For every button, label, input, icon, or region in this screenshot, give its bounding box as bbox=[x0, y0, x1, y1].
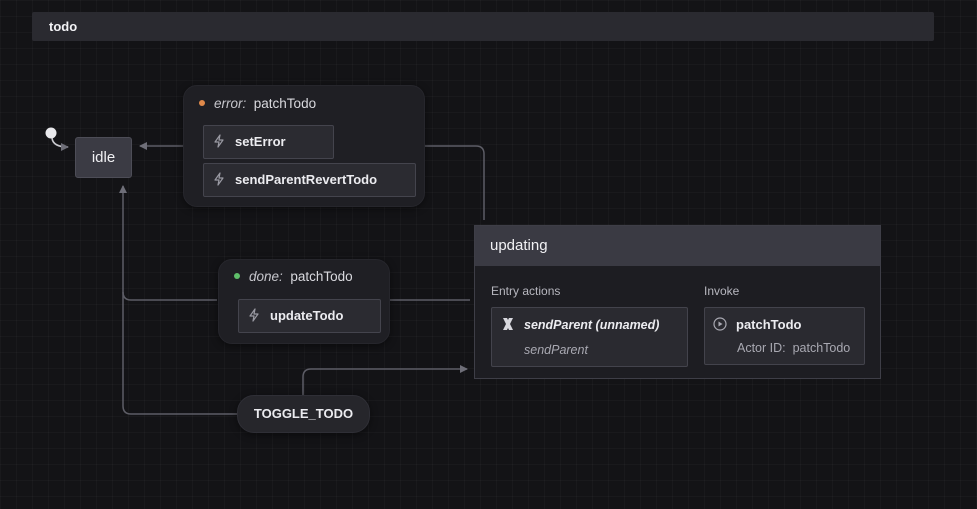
invoke-actor-id: patchTodo bbox=[792, 341, 851, 355]
machine-name: todo bbox=[49, 19, 78, 34]
transition-error-source: patchTodo bbox=[253, 96, 317, 111]
invoke-title: patchTodo bbox=[736, 317, 802, 332]
transition-error-kind: error: bbox=[214, 96, 247, 111]
entry-action-subtitle: sendParent bbox=[524, 343, 588, 357]
xstate-x-icon bbox=[503, 318, 513, 330]
machine-title-bar: todo bbox=[32, 12, 934, 41]
action-set-error[interactable]: setError bbox=[203, 125, 334, 159]
done-dot bbox=[234, 273, 240, 279]
transition-done-kind: done: bbox=[249, 269, 283, 284]
transition-toggle-todo[interactable]: TOGGLE_TODO bbox=[237, 395, 370, 433]
action-send-parent-revert-todo[interactable]: sendParentRevertTodo bbox=[203, 163, 416, 197]
transition-done[interactable]: done: patchTodo updateTodo bbox=[218, 259, 390, 344]
play-circle-icon bbox=[713, 317, 727, 331]
invoke-card[interactable]: patchTodo Actor ID: patchTodo bbox=[704, 307, 865, 365]
transition-done-source: patchTodo bbox=[290, 269, 353, 284]
action-update-todo[interactable]: updateTodo bbox=[238, 299, 381, 333]
transition-toggle-label: TOGGLE_TODO bbox=[253, 406, 354, 421]
error-dot bbox=[199, 100, 205, 106]
entry-action-title: sendParent (unnamed) bbox=[524, 318, 660, 332]
state-idle[interactable]: idle bbox=[75, 137, 132, 178]
action-label: sendParentRevertTodo bbox=[235, 172, 378, 187]
error-wire-from-updating bbox=[425, 145, 485, 220]
toggle-wire-to-updating bbox=[302, 365, 468, 396]
invoke-actor: Actor ID: patchTodo bbox=[737, 341, 850, 355]
state-updating-header: updating bbox=[475, 226, 880, 266]
state-updating[interactable]: updating Entry actions sendParent (unnam… bbox=[474, 225, 881, 379]
bolt-icon bbox=[214, 172, 224, 186]
transition-done-title: done: patchTodo bbox=[234, 269, 353, 284]
state-idle-label: idle bbox=[91, 149, 116, 166]
transition-error-title: error: patchTodo bbox=[199, 96, 316, 111]
entry-action-card[interactable]: sendParent (unnamed) sendParent bbox=[491, 307, 688, 367]
state-updating-label: updating bbox=[490, 237, 548, 254]
action-label: updateTodo bbox=[270, 308, 344, 323]
invoke-actor-label: Actor ID: bbox=[737, 341, 786, 355]
initial-state-dot bbox=[45, 127, 57, 139]
action-label: setError bbox=[235, 134, 286, 149]
bolt-icon bbox=[214, 134, 224, 148]
bolt-icon bbox=[249, 308, 259, 322]
entry-actions-label: Entry actions bbox=[491, 284, 561, 298]
initial-arrow bbox=[51, 137, 69, 151]
invoke-label: Invoke bbox=[704, 284, 740, 298]
transition-error[interactable]: error: patchTodo setError sendParentReve… bbox=[183, 85, 425, 207]
